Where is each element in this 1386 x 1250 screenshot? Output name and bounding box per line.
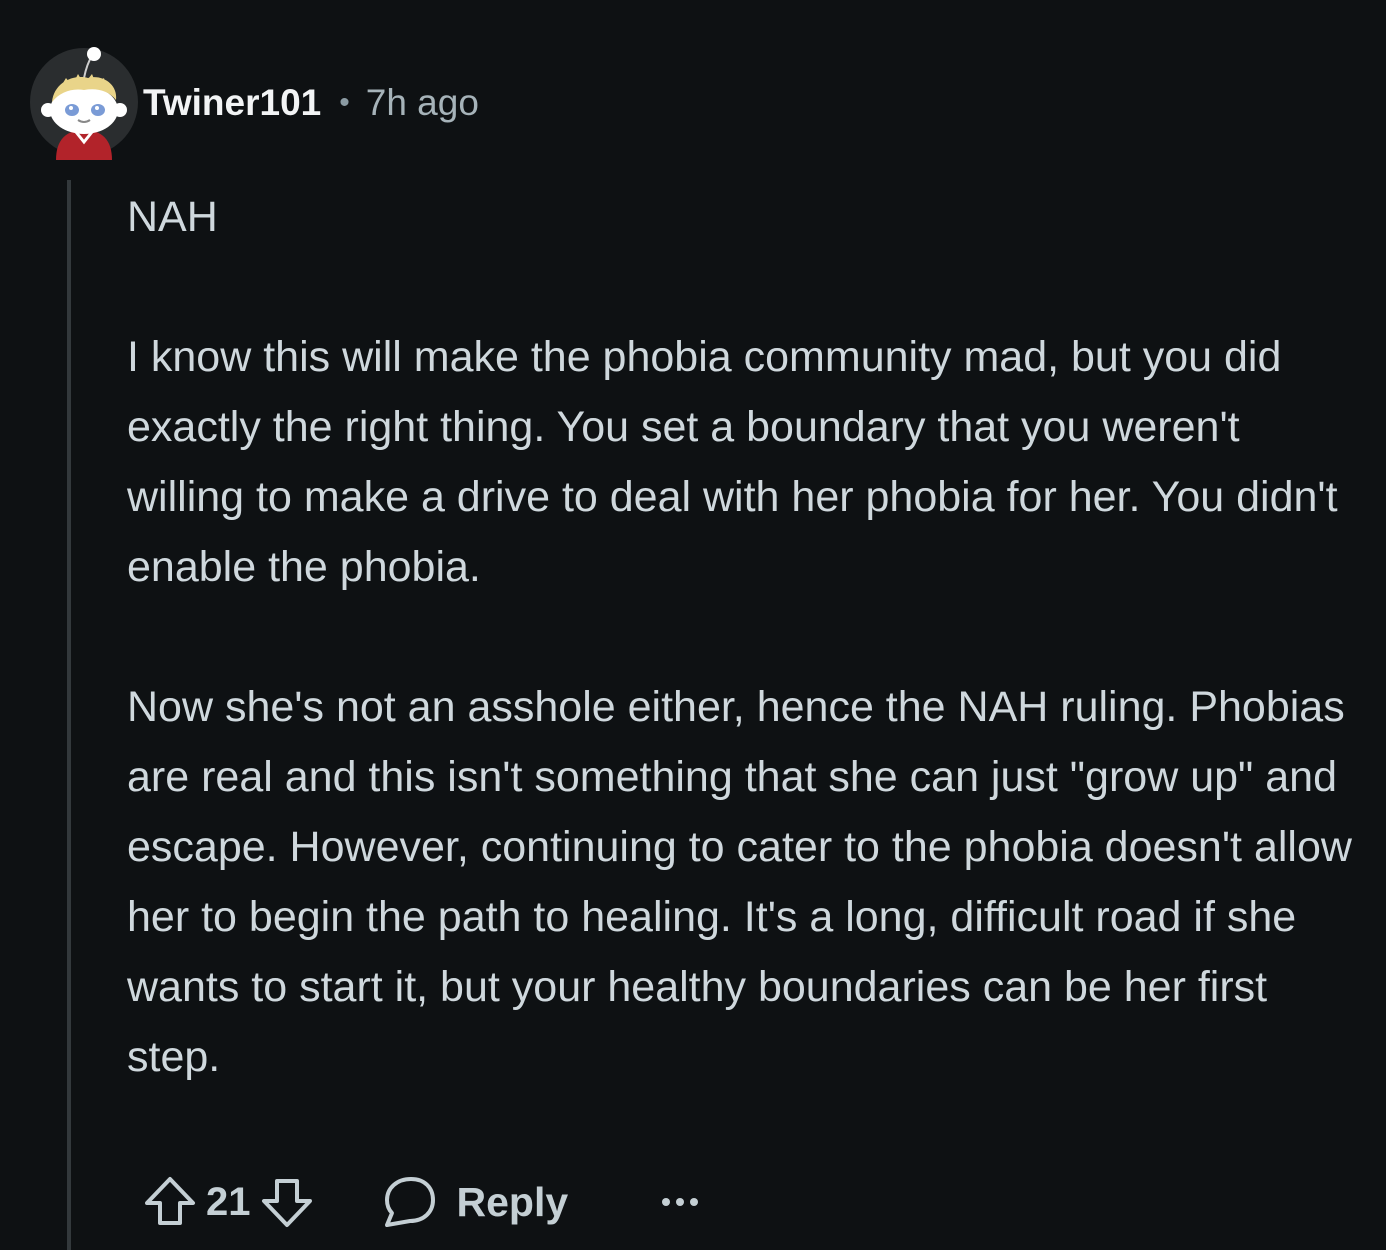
ellipsis-icon — [662, 1198, 699, 1206]
comment-action-bar: 21 Reply — [140, 1168, 700, 1236]
comment-paragraph: Now she's not an asshole either, hence t… — [127, 683, 1352, 1081]
vote-score: 21 — [206, 1179, 251, 1224]
meta-separator: • — [339, 86, 350, 119]
comment-header: Twiner101 • 7h ago — [143, 78, 479, 128]
comment-timestamp[interactable]: 7h ago — [366, 82, 479, 124]
reply-label: Reply — [456, 1178, 569, 1225]
avatar[interactable] — [26, 44, 142, 160]
speech-bubble-icon — [384, 1177, 435, 1227]
thread-line[interactable] — [67, 180, 71, 1250]
reply-button[interactable]: Reply — [381, 1175, 569, 1229]
comment-body: NAH I know this will make the phobia com… — [127, 182, 1357, 1092]
snoo-avatar-icon — [30, 47, 138, 160]
upvote-button[interactable] — [140, 1168, 200, 1236]
downvote-arrow-icon — [261, 1179, 312, 1227]
comment-paragraph: I know this will make the phobia communi… — [127, 333, 1338, 591]
comment-paragraph: NAH — [127, 193, 218, 241]
author-username[interactable]: Twiner101 — [143, 82, 321, 124]
upvote-arrow-icon — [145, 1177, 195, 1225]
more-options-button[interactable] — [660, 1168, 700, 1236]
downvote-button[interactable] — [257, 1168, 317, 1236]
